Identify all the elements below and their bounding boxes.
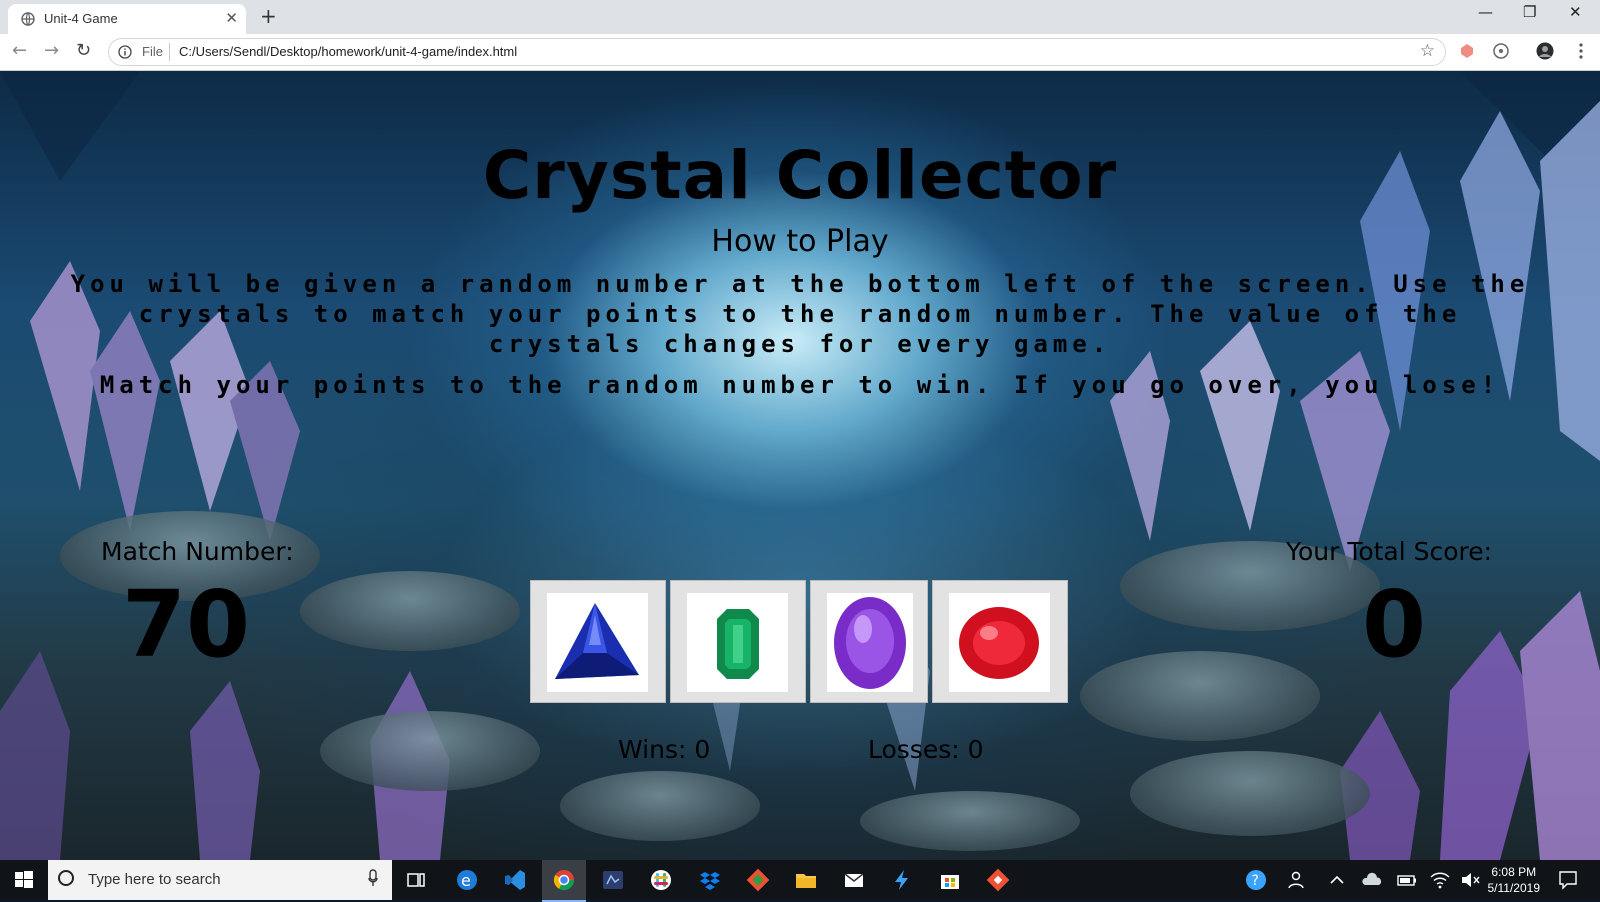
crystal-button-emerald[interactable]	[670, 580, 806, 703]
crystal-image	[949, 593, 1050, 692]
svg-text:?: ?	[1252, 873, 1259, 889]
crystal-button-ruby[interactable]	[932, 580, 1068, 703]
tab-strip: Unit-4 Game ✕ + — ❐ ✕	[0, 0, 1600, 34]
page-title: Crystal Collector	[482, 137, 1118, 214]
restore-button[interactable]: ❐	[1523, 3, 1536, 21]
profile-avatar-icon[interactable]	[1536, 42, 1554, 60]
scheme-label: File	[142, 44, 163, 59]
match-number-value: 70	[122, 571, 251, 678]
crystal-image	[547, 593, 648, 692]
people-icon[interactable]	[1286, 868, 1310, 892]
sapphire-icon	[555, 603, 639, 679]
menu-icon[interactable]	[1572, 42, 1590, 60]
browser-toolbar: ← → ↻ File C:/Users/Sendl/Desktop/homewo…	[0, 34, 1600, 71]
chevron-up-icon[interactable]	[1325, 868, 1349, 892]
new-tab-button[interactable]: +	[260, 4, 277, 28]
losses-counter: Losses: 0	[868, 735, 984, 764]
total-score-label: Your Total Score:	[1286, 537, 1493, 566]
extension-icon[interactable]	[1492, 42, 1510, 60]
volume-muted-icon[interactable]	[1458, 868, 1482, 892]
divider	[169, 43, 170, 61]
clock-time: 6:08 PM	[1491, 865, 1537, 879]
store-icon[interactable]	[938, 868, 962, 892]
task-view-icon[interactable]	[404, 868, 428, 892]
tab-title: Unit-4 Game	[44, 11, 118, 26]
back-button[interactable]: ←	[12, 40, 27, 61]
game-page: Crystal Collector How to Play You will b…	[0, 71, 1600, 860]
info-icon[interactable]	[118, 45, 132, 59]
search-box[interactable]: Type here to search	[48, 860, 392, 900]
notifications-icon[interactable]	[1556, 868, 1580, 892]
win-lose-text: Match your points to the random number t…	[99, 371, 1501, 399]
game-content: Crystal Collector How to Play You will b…	[0, 71, 1600, 860]
extension-icon[interactable]	[1458, 42, 1476, 60]
crystal-image	[687, 593, 788, 692]
forward-button[interactable]: →	[44, 40, 59, 61]
dropbox-icon[interactable]	[698, 868, 722, 892]
reload-button[interactable]: ↻	[76, 40, 91, 61]
emerald-icon	[717, 609, 759, 679]
crystal-buttons	[530, 580, 1070, 703]
globe-icon	[21, 12, 35, 26]
tab-close-icon[interactable]: ✕	[225, 9, 238, 27]
battery-icon[interactable]	[1395, 868, 1419, 892]
bookmark-star-icon[interactable]: ☆	[1420, 41, 1435, 61]
vscode-icon[interactable]	[503, 868, 527, 892]
svg-text:e: e	[461, 871, 471, 890]
microphone-icon[interactable]	[368, 869, 378, 887]
amethyst-icon	[834, 597, 906, 689]
windows-start-icon[interactable]	[12, 868, 36, 892]
address-bar[interactable]: File C:/Users/Sendl/Desktop/homework/uni…	[108, 38, 1446, 66]
browser-tab[interactable]: Unit-4 Game ✕	[8, 4, 246, 34]
clock-date: 5/11/2019	[1487, 881, 1541, 895]
match-number-label: Match Number:	[101, 537, 294, 566]
close-window-button[interactable]: ✕	[1569, 3, 1582, 21]
app-icon[interactable]	[601, 868, 625, 892]
windows-taskbar: Type here to search e ? 6:08 PM 5/11/201…	[0, 860, 1600, 902]
total-score-value: 0	[1362, 571, 1427, 678]
instructions-text: You will be given a random number at the…	[70, 270, 1530, 358]
lightning-app-icon[interactable]	[890, 868, 914, 892]
crystal-button-amethyst[interactable]	[810, 580, 928, 703]
how-to-play-heading: How to Play	[711, 224, 889, 259]
crystal-image	[827, 593, 913, 692]
git-icon[interactable]	[746, 868, 770, 892]
mail-icon[interactable]	[842, 868, 866, 892]
file-explorer-icon[interactable]	[794, 868, 818, 892]
wins-counter: Wins: 0	[618, 735, 711, 764]
minimize-button[interactable]: —	[1478, 3, 1493, 21]
onedrive-icon[interactable]	[1360, 868, 1384, 892]
ruby-icon	[959, 607, 1039, 679]
url-text[interactable]: C:/Users/Sendl/Desktop/homework/unit-4-g…	[179, 44, 517, 59]
git-gui-icon[interactable]	[986, 868, 1010, 892]
search-placeholder: Type here to search	[88, 871, 221, 888]
wifi-icon[interactable]	[1428, 868, 1452, 892]
slack-icon[interactable]	[649, 868, 673, 892]
help-icon[interactable]: ?	[1244, 868, 1268, 892]
edge-icon[interactable]: e	[455, 868, 479, 892]
crystal-button-sapphire[interactable]	[530, 580, 666, 703]
chrome-icon[interactable]	[552, 868, 576, 892]
system-clock[interactable]: 6:08 PM 5/11/2019	[1488, 864, 1541, 896]
cortana-icon	[58, 870, 74, 886]
